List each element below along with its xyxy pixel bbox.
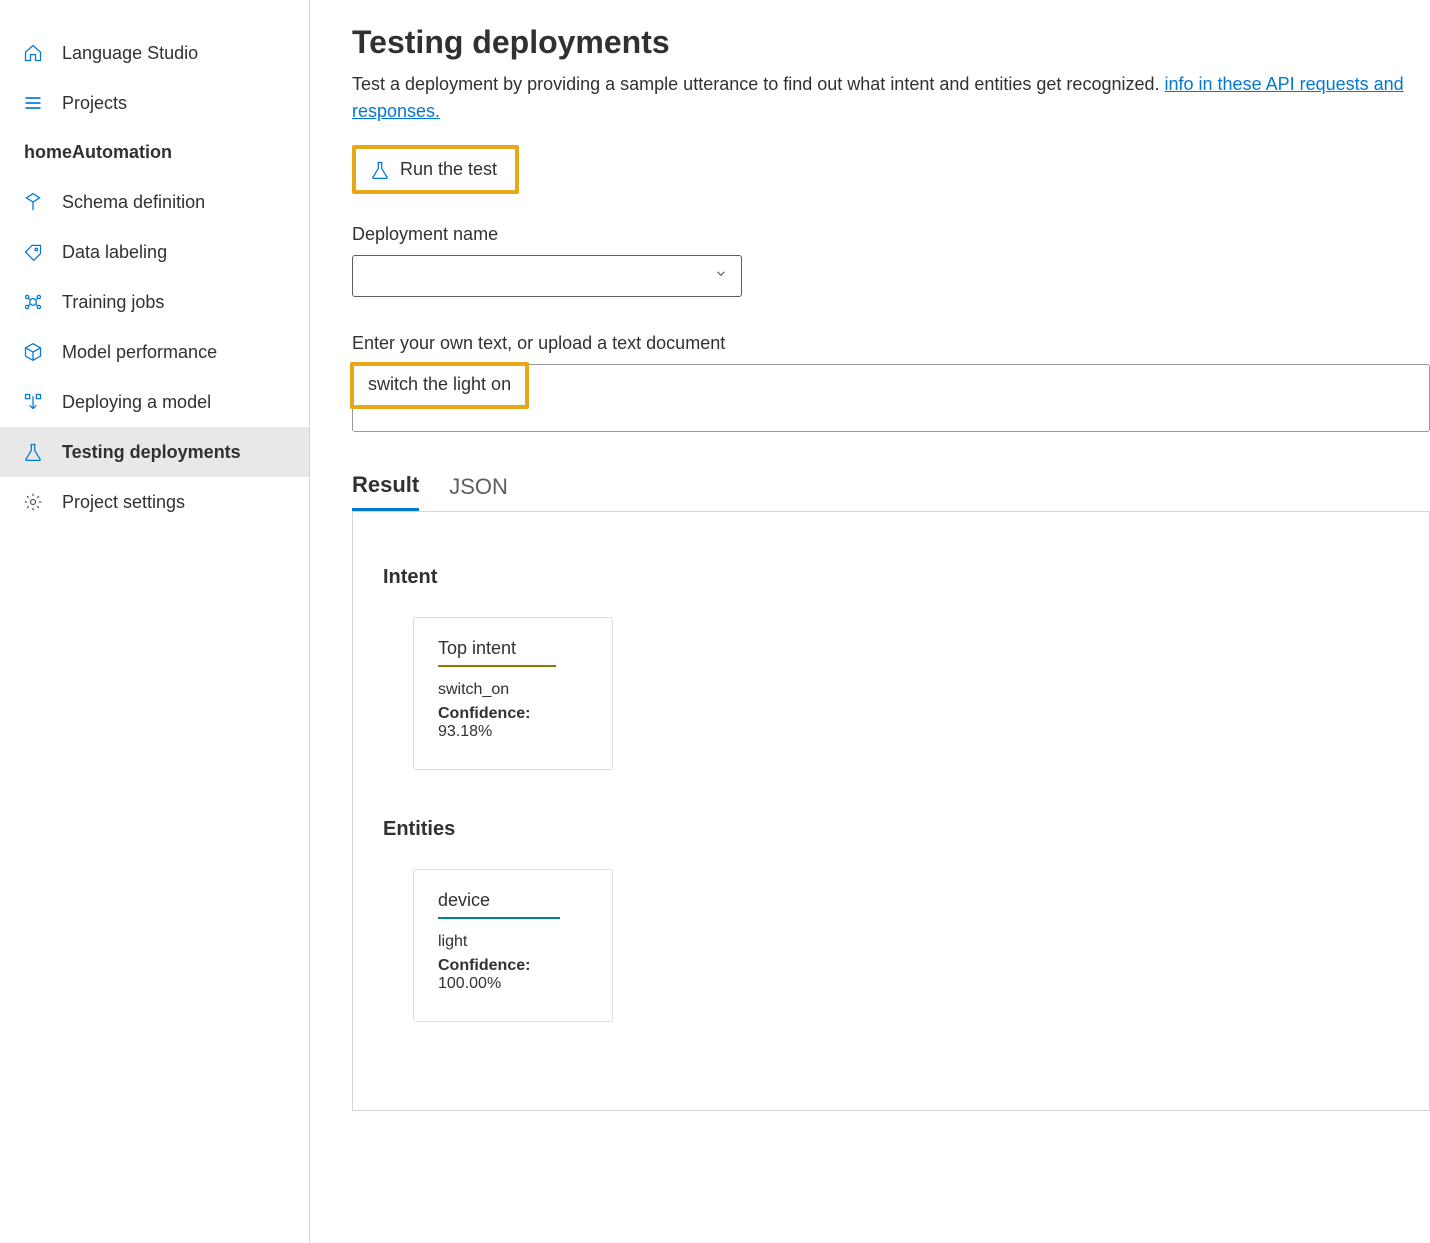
deployment-name-select[interactable]: [352, 255, 742, 297]
schema-icon: [22, 191, 44, 213]
tab-json[interactable]: JSON: [449, 472, 508, 511]
sidebar-item-label: Data labeling: [62, 242, 167, 263]
sidebar-item-label: Training jobs: [62, 292, 164, 313]
flask-icon: [370, 160, 390, 180]
sidebar-item-label: Testing deployments: [62, 442, 241, 463]
sidebar-item-label: Projects: [62, 93, 127, 114]
result-tabs: Result JSON: [352, 472, 1430, 512]
text-input-label: Enter your own text, or upload a text do…: [352, 333, 1430, 354]
utterance-text-highlight: switch the light on: [350, 362, 529, 409]
sidebar-item-label: Language Studio: [62, 43, 198, 64]
sidebar-item-label: Project settings: [62, 492, 185, 513]
run-test-button[interactable]: Run the test: [360, 153, 507, 186]
tab-result[interactable]: Result: [352, 472, 419, 511]
training-icon: [22, 291, 44, 313]
sidebar-item-language-studio[interactable]: Language Studio: [0, 28, 309, 78]
entity-title: device: [438, 890, 560, 919]
intent-heading: Intent: [383, 566, 1399, 589]
run-test-highlight: Run the test: [352, 145, 519, 194]
cube-icon: [22, 341, 44, 363]
top-intent-title: Top intent: [438, 638, 556, 667]
deployment-name-select-wrap: [352, 255, 742, 297]
top-intent-confidence: Confidence: 93.18%: [438, 705, 588, 741]
sidebar-item-project-settings[interactable]: Project settings: [0, 477, 309, 527]
sidebar-item-label: Schema definition: [62, 192, 205, 213]
utterance-textarea[interactable]: switch the light on: [352, 364, 1430, 432]
home-icon: [22, 42, 44, 64]
entity-value: light: [438, 933, 588, 951]
run-test-label: Run the test: [400, 159, 497, 180]
page-description: Test a deployment by providing a sample …: [352, 71, 1430, 125]
entities-heading: Entities: [383, 818, 1399, 841]
deployment-name-label: Deployment name: [352, 224, 1430, 245]
project-name: homeAutomation: [0, 128, 309, 177]
sidebar-item-testing-deployments[interactable]: Testing deployments: [0, 427, 309, 477]
sidebar-item-projects[interactable]: Projects: [0, 78, 309, 128]
page-title: Testing deployments: [352, 24, 1430, 61]
sidebar: Language Studio Projects homeAutomation …: [0, 0, 310, 1243]
tag-icon: [22, 241, 44, 263]
entity-confidence: Confidence: 100.00%: [438, 957, 588, 993]
top-intent-value: switch_on: [438, 681, 588, 699]
top-intent-card: Top intent switch_on Confidence: 93.18%: [413, 617, 613, 770]
sidebar-item-deploying-model[interactable]: Deploying a model: [0, 377, 309, 427]
result-panel: Intent Top intent switch_on Confidence: …: [352, 511, 1430, 1111]
sidebar-item-label: Deploying a model: [62, 392, 211, 413]
flask-icon: [22, 441, 44, 463]
entity-card: device light Confidence: 100.00%: [413, 869, 613, 1022]
main-content: Testing deployments Test a deployment by…: [310, 0, 1430, 1243]
list-icon: [22, 92, 44, 114]
sidebar-item-model-performance[interactable]: Model performance: [0, 327, 309, 377]
deploy-icon: [22, 391, 44, 413]
sidebar-item-schema-definition[interactable]: Schema definition: [0, 177, 309, 227]
sidebar-item-label: Model performance: [62, 342, 217, 363]
gear-icon: [22, 491, 44, 513]
sidebar-item-data-labeling[interactable]: Data labeling: [0, 227, 309, 277]
sidebar-item-training-jobs[interactable]: Training jobs: [0, 277, 309, 327]
